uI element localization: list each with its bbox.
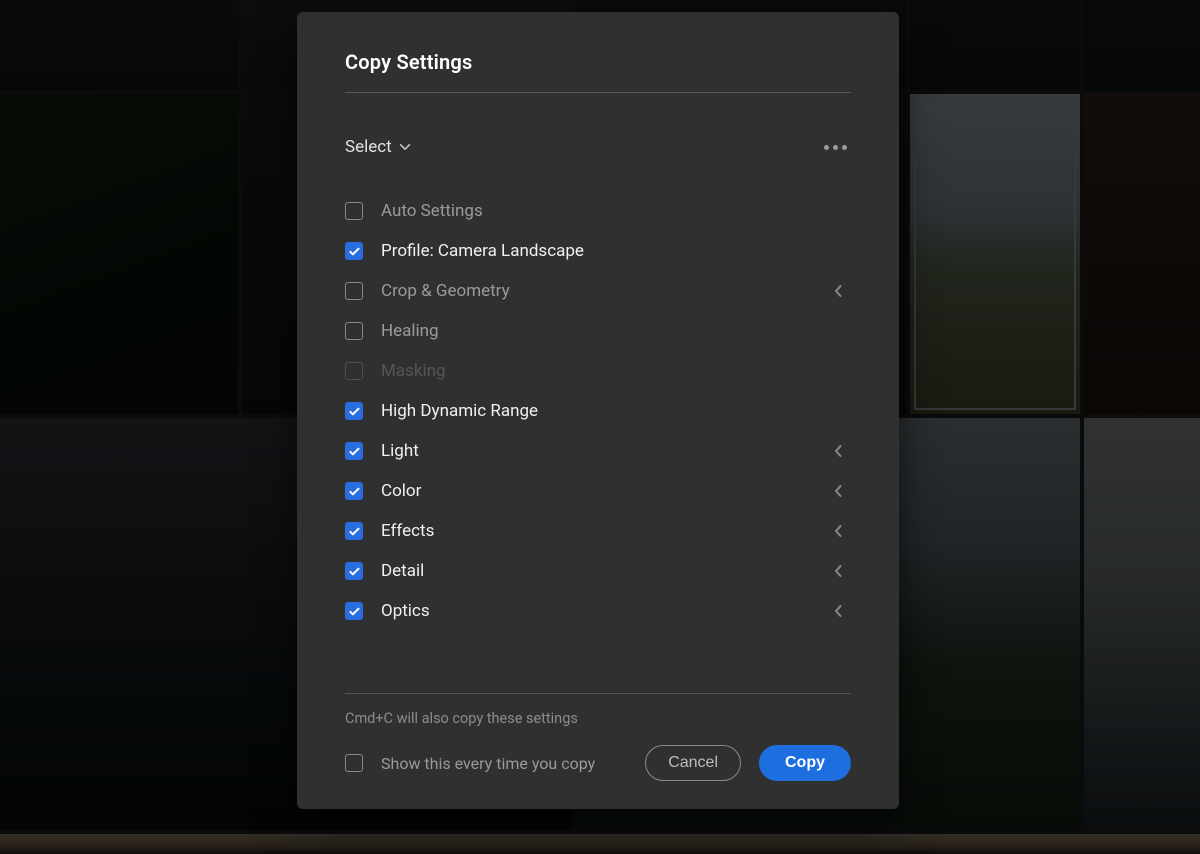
settings-row: Light [345, 431, 851, 471]
dialog-title: Copy Settings [345, 50, 851, 74]
settings-item-label: Masking [381, 361, 851, 381]
settings-checkbox[interactable] [345, 402, 363, 420]
copy-settings-dialog: Copy Settings Select Auto Settings Profil… [297, 12, 899, 809]
settings-item-label: Optics [381, 601, 825, 621]
settings-checkbox[interactable] [345, 442, 363, 460]
hint-text: Cmd+C will also copy these settings [345, 710, 851, 727]
chevron-down-icon [398, 140, 412, 154]
settings-checkbox[interactable] [345, 202, 363, 220]
show-every-time-label: Show this every time you copy [381, 754, 595, 773]
settings-item-label: Healing [381, 321, 851, 341]
chevron-left-icon[interactable] [825, 603, 851, 619]
chevron-left-icon[interactable] [825, 523, 851, 539]
settings-row: Auto Settings [345, 191, 851, 231]
settings-checkbox[interactable] [345, 522, 363, 540]
settings-row: Optics [345, 591, 851, 631]
divider [345, 92, 851, 93]
settings-checkbox[interactable] [345, 602, 363, 620]
settings-checkbox[interactable] [345, 482, 363, 500]
settings-row: Crop & Geometry [345, 271, 851, 311]
cancel-button[interactable]: Cancel [645, 745, 741, 781]
chevron-left-icon[interactable] [825, 283, 851, 299]
settings-row: Masking [345, 351, 851, 391]
settings-item-label: High Dynamic Range [381, 401, 851, 421]
settings-checkbox[interactable] [345, 322, 363, 340]
settings-row: Effects [345, 511, 851, 551]
chevron-left-icon[interactable] [825, 483, 851, 499]
settings-row: Detail [345, 551, 851, 591]
settings-item-label: Color [381, 481, 825, 501]
settings-item-label: Detail [381, 561, 825, 581]
settings-item-label: Profile: Camera Landscape [381, 241, 851, 261]
settings-row: Color [345, 471, 851, 511]
more-options-button[interactable] [820, 141, 851, 154]
select-dropdown[interactable]: Select [345, 137, 412, 157]
settings-checkbox[interactable] [345, 242, 363, 260]
chevron-left-icon[interactable] [825, 563, 851, 579]
settings-row: High Dynamic Range [345, 391, 851, 431]
divider [345, 693, 851, 694]
settings-checkbox [345, 362, 363, 380]
copy-button[interactable]: Copy [759, 745, 851, 781]
chevron-left-icon[interactable] [825, 443, 851, 459]
settings-item-label: Auto Settings [381, 201, 851, 221]
settings-item-label: Effects [381, 521, 825, 541]
settings-row: Healing [345, 311, 851, 351]
settings-row: Profile: Camera Landscape [345, 231, 851, 271]
settings-checkbox[interactable] [345, 282, 363, 300]
settings-checkbox[interactable] [345, 562, 363, 580]
settings-item-label: Crop & Geometry [381, 281, 825, 301]
settings-list: Auto Settings Profile: Camera Landscape Cr… [345, 191, 851, 631]
settings-item-label: Light [381, 441, 825, 461]
show-every-time-checkbox[interactable] [345, 754, 363, 772]
select-dropdown-label: Select [345, 137, 392, 157]
